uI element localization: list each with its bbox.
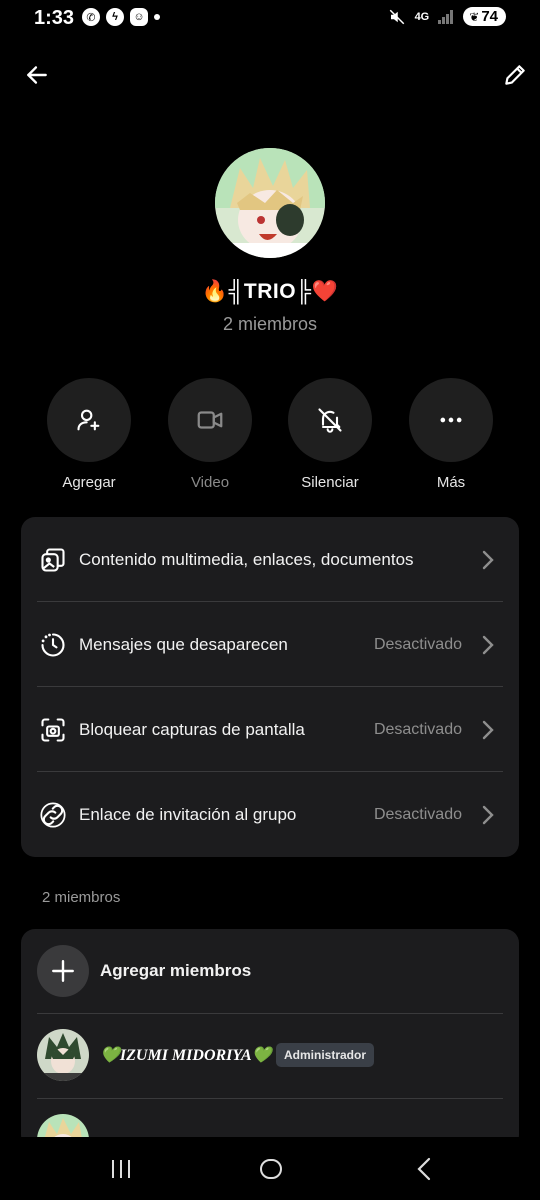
- battery-level: 74: [481, 8, 498, 25]
- plus-icon: [37, 945, 89, 997]
- edit-button[interactable]: [498, 58, 532, 92]
- video-button-label: Video: [190, 474, 230, 491]
- link-icon: [38, 800, 68, 830]
- media-row[interactable]: Contenido multimedia, enlaces, documento…: [21, 517, 519, 602]
- admin-badge: Administrador: [276, 1043, 375, 1067]
- signal-icon: [438, 9, 454, 24]
- battery-indicator: ❦ 74: [463, 7, 506, 26]
- status-bar: 1:33 ✆ ϟ ☺ 4G ❦ 74: [0, 0, 540, 36]
- network-type: 4G: [414, 10, 430, 23]
- add-button-label: Agregar: [62, 474, 116, 491]
- notification-icons: ✆ ϟ ☺: [82, 8, 160, 26]
- members-card: Agregar miembros 💚IZUMI MIDORIYA💚 Admini…: [21, 929, 519, 1149]
- invite-link-label: Enlace de invitación al grupo: [79, 804, 297, 824]
- block-screenshots-value: Desactivado: [373, 720, 462, 738]
- chevron-right-icon: [481, 803, 497, 827]
- pencil-icon: [505, 65, 525, 85]
- more-icon: [409, 378, 493, 462]
- members-section-label: 2 miembros: [42, 889, 121, 906]
- whatsapp-icon: ✆: [82, 8, 100, 26]
- add-user-icon: [47, 378, 131, 462]
- member-row[interactable]: 💚IZUMI MIDORIYA💚 Administrador: [21, 1013, 519, 1098]
- more-button-label: Más: [436, 474, 466, 491]
- chevron-right-icon: [481, 548, 497, 572]
- screenshot-icon: [38, 715, 68, 745]
- anime-avatar-image: [215, 148, 325, 258]
- group-name: 🔥╣TRIO╠❤️: [201, 280, 339, 303]
- chevron-right-icon: [481, 633, 497, 657]
- back-button[interactable]: [20, 58, 54, 92]
- disappearing-messages-label: Mensajes que desaparecen: [79, 634, 288, 654]
- recent-apps-icon: [112, 1160, 130, 1178]
- bell-off-icon: [288, 378, 372, 462]
- messenger-icon: ϟ: [106, 8, 124, 26]
- member-name: 💚IZUMI MIDORIYA💚: [100, 1047, 272, 1064]
- leaf-icon: ❦: [469, 9, 480, 24]
- media-icon: [38, 545, 68, 575]
- group-member-count: 2 miembros: [222, 314, 318, 334]
- status-right: 4G ❦ 74: [388, 7, 506, 26]
- system-navigation-bar: [0, 1137, 540, 1200]
- block-screenshots-row[interactable]: Bloquear capturas de pantalla Desactivad…: [21, 687, 519, 772]
- add-members-row[interactable]: Agregar miembros: [21, 929, 519, 1013]
- settings-card: Contenido multimedia, enlaces, documento…: [21, 517, 519, 857]
- media-label: Contenido multimedia, enlaces, documento…: [79, 549, 414, 569]
- chevron-right-icon: [481, 718, 497, 742]
- home-icon: [260, 1159, 282, 1179]
- add-button[interactable]: Agregar: [34, 378, 144, 491]
- mute-button-label: Silenciar: [301, 474, 359, 491]
- video-button[interactable]: Video: [155, 378, 265, 491]
- more-notifications-icon: [154, 14, 160, 20]
- home-button[interactable]: [251, 1155, 291, 1183]
- add-members-label: Agregar miembros: [100, 961, 252, 980]
- nav-back-button[interactable]: [404, 1155, 444, 1183]
- invite-link-value: Desactivado: [373, 805, 462, 823]
- snapchat-icon: ☺: [130, 8, 148, 26]
- mute-icon: [389, 9, 404, 24]
- disappearing-messages-row[interactable]: Mensajes que desaparecen Desactivado: [21, 602, 519, 687]
- arrow-left-icon: [27, 66, 47, 84]
- recent-apps-button[interactable]: [101, 1155, 141, 1183]
- member-avatar: [37, 1029, 89, 1081]
- status-time: 1:33: [34, 7, 75, 29]
- disappearing-messages-value: Desactivado: [373, 635, 462, 653]
- group-avatar[interactable]: [215, 148, 325, 258]
- invite-link-row[interactable]: Enlace de invitación al grupo Desactivad…: [21, 772, 519, 857]
- video-icon: [168, 378, 252, 462]
- more-button[interactable]: Más: [396, 378, 506, 491]
- timer-icon: [38, 630, 68, 660]
- block-screenshots-label: Bloquear capturas de pantalla: [79, 719, 305, 739]
- chevron-left-icon: [417, 1157, 431, 1181]
- mute-button[interactable]: Silenciar: [275, 378, 385, 491]
